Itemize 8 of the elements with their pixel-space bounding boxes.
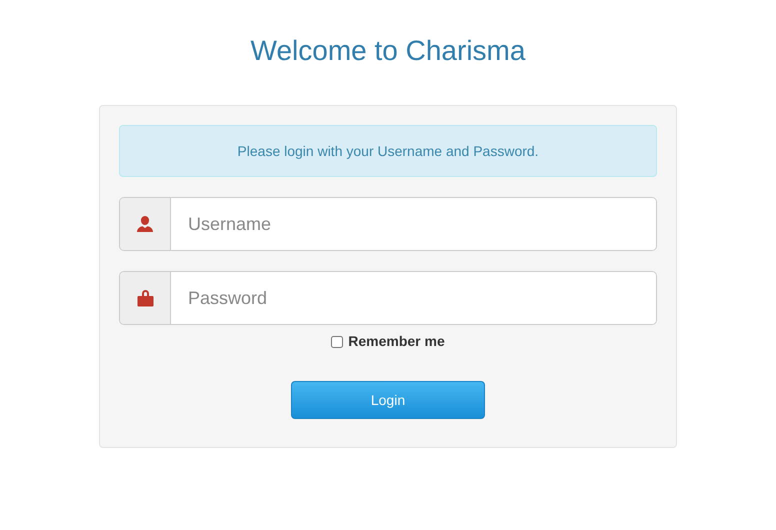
remember-checkbox[interactable]: [331, 336, 344, 348]
page-title: Welcome to Charisma: [250, 34, 526, 68]
info-message: Please login with your Username and Password.: [119, 125, 657, 177]
input-field[interactable]: Password: [119, 271, 657, 325]
remember-label[interactable]: Remember me: [348, 331, 445, 352]
input-field[interactable]: Username: [119, 197, 657, 251]
user-icon: [136, 215, 154, 233]
lock-icon: [136, 289, 154, 307]
